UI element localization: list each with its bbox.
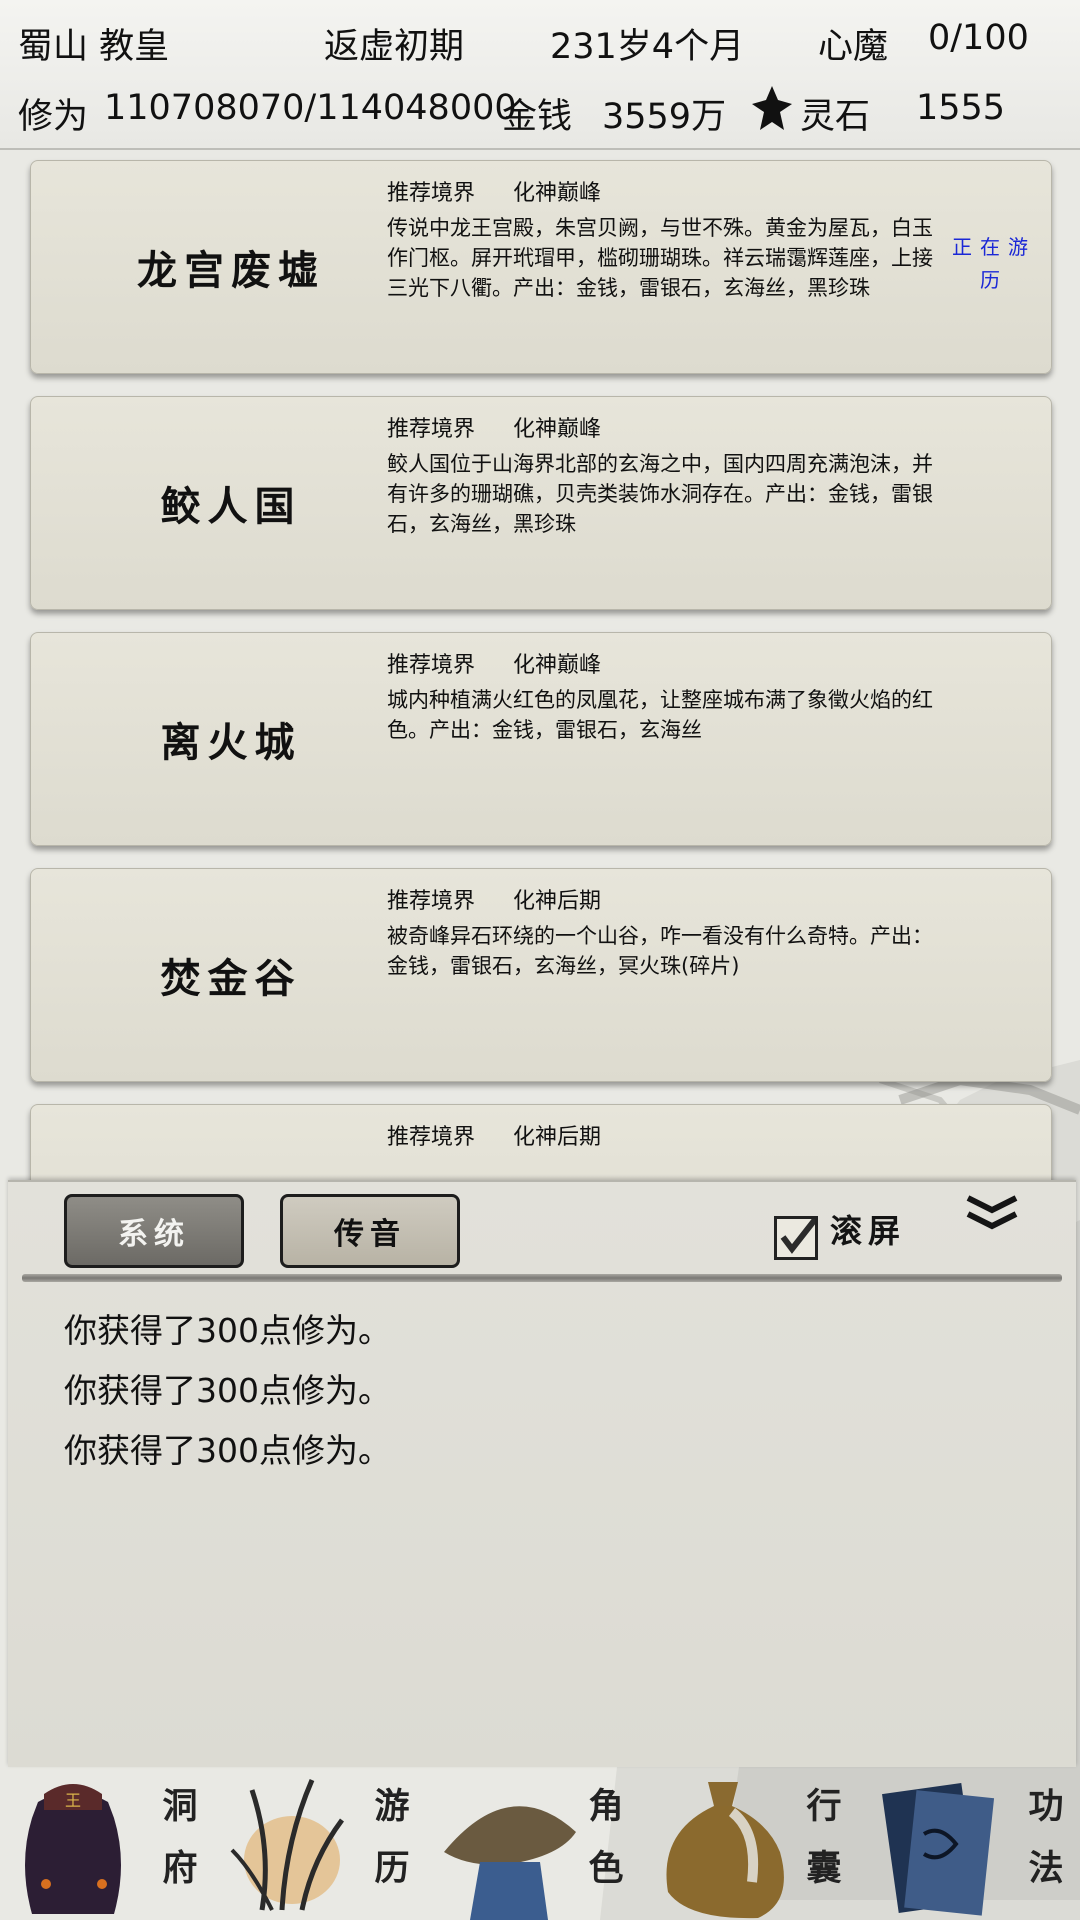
location-description: 鲛人国位于山海界北部的玄海之中，国内四周充满泡沫，并有许多的珊瑚礁，贝壳类装饰水… — [387, 452, 933, 536]
money-label: 金钱 — [502, 97, 573, 137]
nav-label: 游历 — [374, 1786, 410, 1889]
recommended-realm: 推荐境界 化神巅峰 — [387, 175, 601, 207]
message-panel: 系统 传音 滚屏 你获得了300点修为。 你获得了300点修为。 你获得了300… — [8, 1180, 1076, 1767]
nav-label: 功法 — [1028, 1786, 1064, 1889]
nav-inventory[interactable]: 行囊 — [648, 1766, 864, 1920]
location-card[interactable]: 龙宫废墟 推荐境界 化神巅峰 传说中龙王宫殿，朱宫贝阙，与世不殊。黄金为屋瓦，白玉… — [30, 160, 1052, 374]
location-card[interactable]: 鲛人国 推荐境界 化神巅峰 鲛人国位于山海界北部的玄海之中，国内四周充满泡沫，并有… — [30, 396, 1052, 610]
panel-divider — [22, 1274, 1062, 1282]
rec-value: 化神巅峰 — [513, 181, 602, 206]
nav-label: 角色 — [588, 1786, 624, 1889]
rec-label: 推荐境界 — [387, 889, 476, 914]
location-card[interactable]: 推荐境界 化神后期 — [30, 1104, 1052, 1180]
spirit-label: 灵石 — [800, 97, 871, 137]
scroll-checkbox[interactable] — [774, 1215, 820, 1260]
collapse-panel-icon[interactable] — [964, 1194, 1020, 1238]
rec-value: 化神后期 — [513, 889, 602, 914]
recommended-realm: 推荐境界 化神后期 — [387, 1119, 601, 1151]
message-line: 你获得了300点修为。 — [64, 1431, 391, 1470]
rec-label: 推荐境界 — [387, 1125, 476, 1150]
tab-voice[interactable]: 传音 — [280, 1194, 460, 1268]
location-name: 鲛人国 — [160, 483, 302, 530]
location-name: 焚金谷 — [160, 955, 302, 1002]
message-line: 你获得了300点修为。 — [64, 1371, 391, 1410]
recommended-realm: 推荐境界 化神巅峰 — [387, 647, 601, 679]
location-name — [71, 1105, 391, 1180]
status-bar: 蜀山 教皇 返虚初期 231岁4个月 心魔 0/100 修为 110708070… — [0, 0, 1080, 150]
nav-travel[interactable]: 游历 — [216, 1766, 432, 1920]
cloth-bag-icon — [666, 1782, 784, 1919]
straw-hat-icon — [444, 1806, 576, 1920]
message-line: 你获得了300点修为。 — [64, 1311, 391, 1350]
location-name: 离火城 — [160, 719, 302, 766]
treasure-bag-icon: 王 — [25, 1784, 121, 1914]
location-description: 城内种植满火红色的凤凰花，让整座城布满了象徵火焰的红色。产出：金钱，雷银石，玄海… — [387, 688, 933, 742]
location-description: 被奇峰异石环绕的一个山谷，咋一看没有什么奇特。产出：金钱，雷银石，玄海丝，冥火珠… — [387, 924, 933, 978]
demon-value: 0/100 — [928, 18, 1029, 58]
cultivation-label: 修为 — [18, 97, 89, 137]
location-description: 传说中龙王宫殿，朱宫贝阙，与世不殊。黄金为屋瓦，白玉作门枢。屏开玳瑁甲，槛砌珊瑚… — [387, 216, 933, 300]
grass-icon — [230, 1779, 345, 1911]
nav-label: 行囊 — [806, 1786, 842, 1889]
recommended-realm: 推荐境界 化神后期 — [387, 883, 601, 915]
spirit-value: 1555 — [916, 88, 1006, 128]
player-name: 蜀山 教皇 — [18, 27, 170, 67]
traveling-status: 正在游历 — [952, 235, 1036, 292]
rec-label: 推荐境界 — [387, 181, 476, 206]
rec-value: 化神巅峰 — [513, 417, 602, 442]
scroll-label: 滚屏 — [830, 1212, 907, 1250]
location-card[interactable]: 离火城 推荐境界 化神巅峰 城内种植满火红色的凤凰花，让整座城布满了象徵火焰的红色… — [30, 632, 1052, 846]
nav-character[interactable]: 角色 — [432, 1766, 648, 1920]
rec-label: 推荐境界 — [387, 417, 476, 442]
nav-techniques[interactable]: 功法 — [864, 1766, 1080, 1920]
location-card[interactable]: 焚金谷 推荐境界 化神后期 被奇峰异石环绕的一个山谷，咋一看没有什么奇特。产出：金… — [30, 868, 1052, 1082]
bottom-nav: 王 洞府 游历 角色 行囊 功 法 — [0, 1766, 1080, 1920]
demon-label: 心魔 — [818, 27, 889, 67]
tab-system[interactable]: 系统 — [64, 1194, 244, 1268]
location-name: 龙宫废墟 — [137, 247, 325, 294]
realm-text: 返虚初期 — [324, 27, 465, 67]
checkmark-icon — [780, 1215, 820, 1254]
location-list[interactable]: 龙宫废墟 推荐境界 化神巅峰 传说中龙王宫殿，朱宫贝阙，与世不殊。黄金为屋瓦，白玉… — [0, 150, 1080, 1180]
svg-text:王: 王 — [65, 1791, 81, 1810]
age-text: 231岁4个月 — [550, 27, 745, 67]
nav-label: 洞府 — [162, 1786, 198, 1889]
cultivation-value: 110708070/114048000 — [104, 88, 517, 128]
rec-value: 化神巅峰 — [513, 653, 602, 678]
recommended-realm: 推荐境界 化神巅峰 — [387, 411, 601, 443]
scroll-book-icon — [882, 1783, 995, 1916]
spirit-stone-icon — [752, 86, 792, 130]
rec-value: 化神后期 — [513, 1125, 602, 1150]
nav-cave-dwelling[interactable]: 王 洞府 — [0, 1766, 216, 1920]
rec-label: 推荐境界 — [387, 653, 476, 678]
money-value: 3559万 — [602, 97, 727, 137]
